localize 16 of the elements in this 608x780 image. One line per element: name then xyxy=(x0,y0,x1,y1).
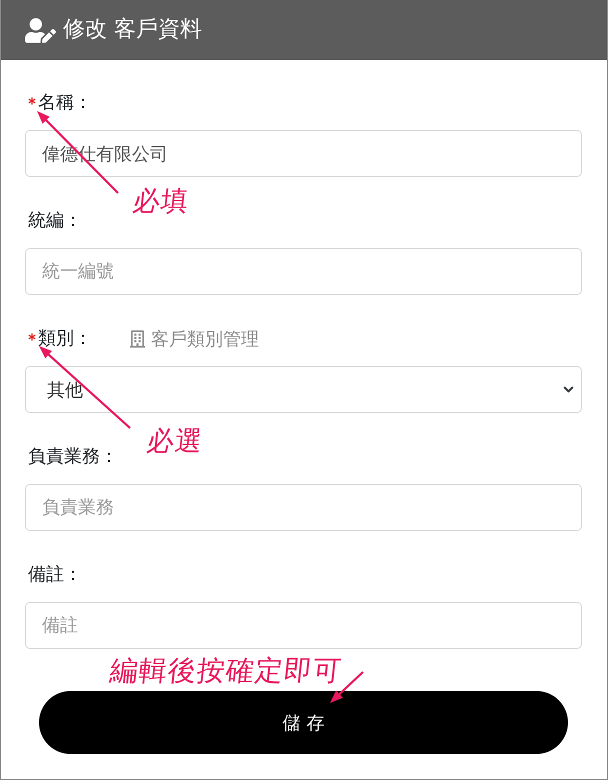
input-field[interactable]: 統一編號 xyxy=(25,248,582,295)
field-label: 類別： xyxy=(38,328,92,350)
input-field[interactable]: 備註 xyxy=(25,602,582,649)
select-field[interactable]: 其他 xyxy=(25,366,582,413)
building-icon xyxy=(130,330,145,348)
handwritten-note: 編輯後按確定即可 xyxy=(108,657,344,685)
header-title: 修改 客戶資料 xyxy=(63,19,202,41)
handwritten-note: 必填 xyxy=(132,188,190,215)
field-label: 負責業務： xyxy=(28,446,118,468)
handwritten-note: 必選 xyxy=(146,428,204,455)
input-field[interactable]: 負責業務 xyxy=(25,484,582,531)
save-button[interactable]: 儲 存 xyxy=(39,691,568,754)
field-label: 統編： xyxy=(28,210,82,232)
field-label: 名稱： xyxy=(38,92,92,114)
user-edit-icon xyxy=(25,18,56,42)
field-label: 備註： xyxy=(28,564,82,586)
